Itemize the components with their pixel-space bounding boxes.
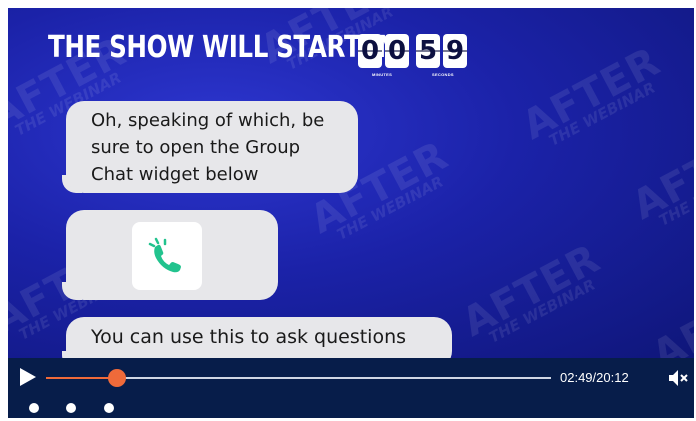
watermark: AFTERTHE WEBINAR (454, 235, 608, 347)
watermark: AFTERTHE WEBINAR (644, 268, 694, 358)
chat-message: Oh, speaking of which, be sure to open t… (66, 101, 358, 193)
watermark: AFTERTHE WEBINAR (514, 38, 668, 150)
watermark: AFTERTHE WEBINAR (624, 118, 694, 230)
message-line: sure to open the Group (91, 137, 301, 158)
volume-muted-icon[interactable] (667, 368, 689, 388)
message-line: Chat widget below (91, 164, 259, 185)
play-icon[interactable] (20, 368, 36, 386)
chat-bubble-icon (132, 222, 202, 290)
progress-handle[interactable] (108, 369, 126, 387)
seconds-label: SECONDS (432, 72, 454, 77)
slide-dots (8, 398, 694, 418)
countdown-headline: THE SHOW WILL START IN (48, 30, 398, 65)
progress-bar[interactable] (46, 369, 551, 387)
countdown-timer: 0 0 5 9 MINUTES SECONDS (356, 30, 470, 82)
video-area[interactable]: AFTER THE WEBINAR AFTER THE WEBINAR AFTER T… (8, 8, 694, 358)
playback-time: 02:49/20:12 (560, 370, 629, 385)
minutes-label: MINUTES (372, 72, 393, 77)
slide-dot[interactable] (66, 403, 76, 413)
countdown-digit: 9 (443, 34, 467, 68)
slide-dot[interactable] (29, 403, 39, 413)
chat-message (66, 210, 278, 300)
player-controls: 02:49/20:12 (8, 358, 694, 398)
countdown-digit: 0 (385, 34, 409, 68)
slide-dot[interactable] (104, 403, 114, 413)
progress-fill (46, 377, 117, 379)
webinar-player: AFTER THE WEBINAR AFTER THE WEBINAR AFTER T… (8, 8, 694, 418)
countdown-digit: 5 (416, 34, 440, 68)
message-line: Oh, speaking of which, be (91, 110, 325, 131)
countdown-digit: 0 (358, 34, 382, 68)
chat-message: You can use this to ask questions (66, 317, 452, 358)
